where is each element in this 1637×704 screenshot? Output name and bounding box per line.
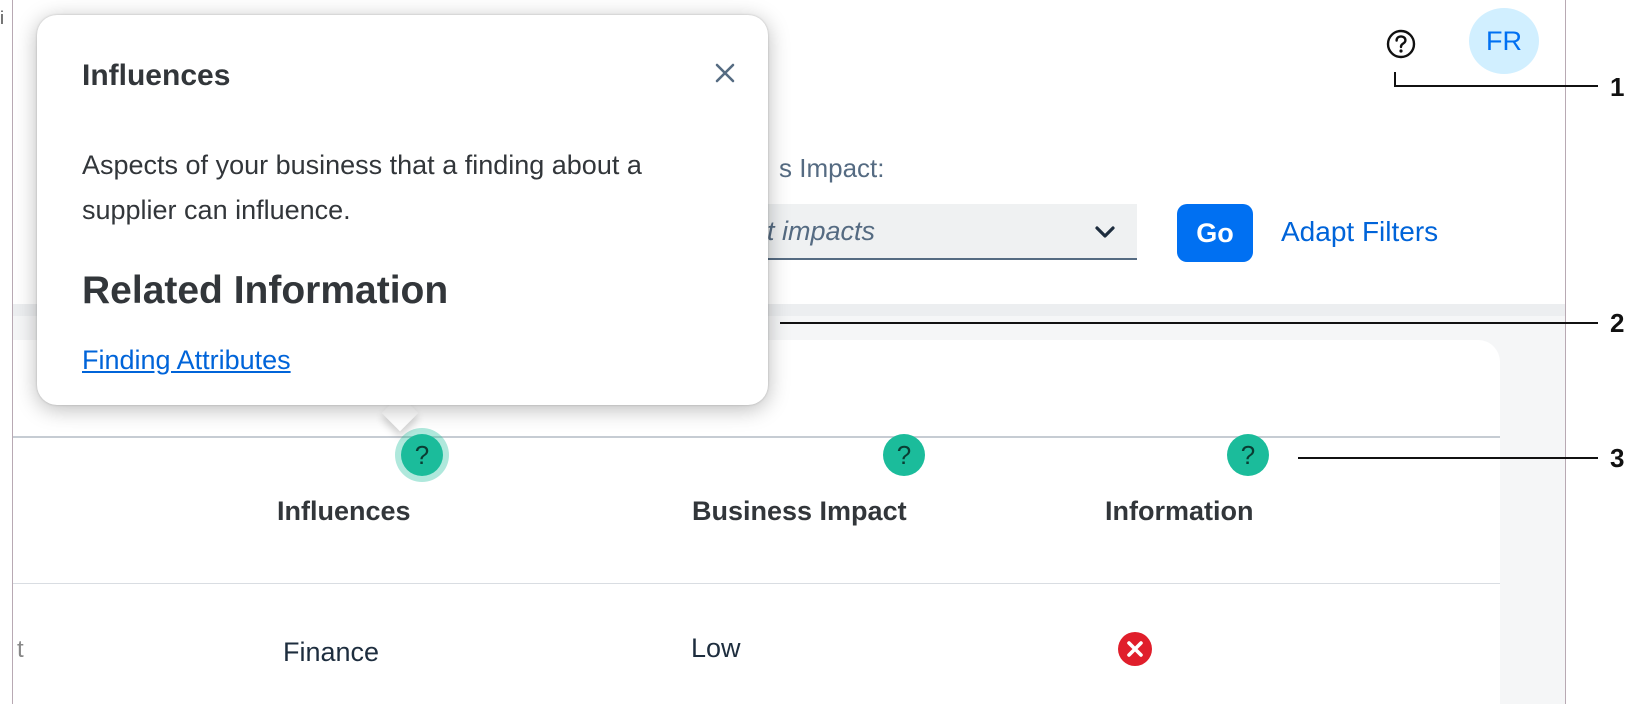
user-avatar[interactable]: FR xyxy=(1469,8,1539,74)
business-impact-filter-label: s Impact: xyxy=(779,153,885,183)
callout-1-number: 1 xyxy=(1610,72,1625,102)
help-circle-icon xyxy=(1386,29,1416,59)
callout-1-line xyxy=(1394,85,1598,87)
edge-glyph: i xyxy=(0,8,4,28)
error-icon xyxy=(1118,632,1152,666)
related-information-heading: Related Information xyxy=(82,269,449,312)
cell-influences: Finance xyxy=(283,637,380,667)
callout-2-line xyxy=(780,322,1598,324)
callout-3-line xyxy=(1298,457,1598,459)
influences-help-icon[interactable]: ? xyxy=(401,434,443,476)
callout-3-number: 3 xyxy=(1610,443,1625,473)
popover-description: Aspects of your business that a finding … xyxy=(82,150,642,225)
callout-2-number: 2 xyxy=(1610,308,1625,338)
table-row-divider xyxy=(13,583,1500,584)
close-icon[interactable] xyxy=(707,55,743,91)
column-header-business-impact[interactable]: Business Impact xyxy=(692,496,907,527)
popover-title: Influences xyxy=(82,59,231,92)
adapt-filters-link[interactable]: Adapt Filters xyxy=(1281,216,1438,248)
chevron-down-icon xyxy=(1095,226,1115,238)
business-impact-placeholder: t impacts xyxy=(767,215,876,246)
information-help-icon[interactable]: ? xyxy=(1227,434,1269,476)
go-button[interactable]: Go xyxy=(1177,204,1253,262)
table-row-edge-text: t xyxy=(17,636,24,663)
column-header-influences[interactable]: Influences xyxy=(277,496,411,527)
page-border-right xyxy=(1565,0,1566,704)
business-impact-help-icon[interactable]: ? xyxy=(883,434,925,476)
table-header-divider xyxy=(13,436,1500,438)
cell-business-impact: Low xyxy=(691,633,741,663)
help-button[interactable] xyxy=(1383,26,1419,62)
business-impact-select[interactable]: t impacts xyxy=(755,204,1137,260)
influences-popover: Influences Aspects of your business that… xyxy=(37,15,768,405)
callout-1-tick xyxy=(1394,72,1396,86)
finding-attributes-link[interactable]: Finding Attributes xyxy=(82,345,291,376)
column-header-information[interactable]: Information xyxy=(1105,496,1254,527)
